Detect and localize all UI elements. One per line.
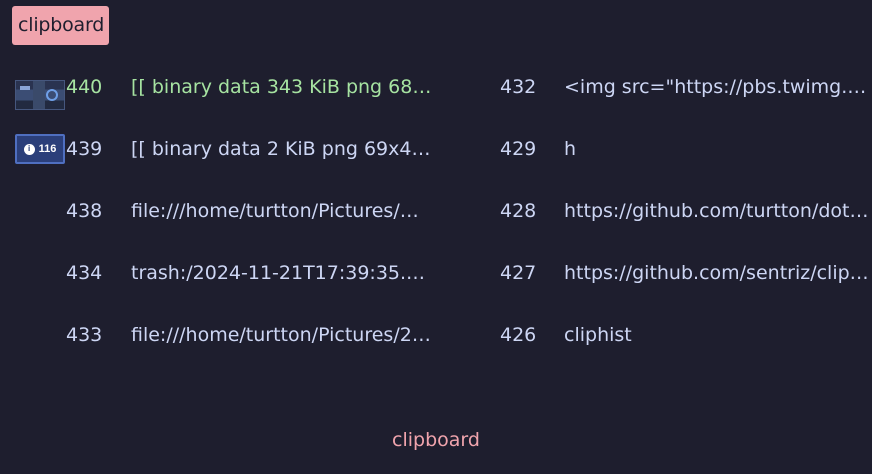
image-thumbnail-icon: i 116 xyxy=(15,134,65,164)
entry-text: cliphist xyxy=(564,324,632,346)
entry-text: trash:/2024-11-21T17:39:35.png xyxy=(131,262,433,284)
clipboard-entry[interactable]: 428 https://github.com/turtton/dotnix… xyxy=(470,180,872,242)
entry-text: h xyxy=(564,138,577,160)
clipboard-entry[interactable]: 434 trash:/2024-11-21T17:39:35.png xyxy=(0,242,460,304)
entry-id: 426 xyxy=(500,324,537,346)
clipboard-entry[interactable]: 427 https://github.com/sentriz/cliphist xyxy=(470,242,872,304)
entry-text: [[ binary data 343 KiB png 680x384 ]] xyxy=(131,76,433,98)
entry-id: 429 xyxy=(500,138,537,160)
entry-text: file:///home/turtton/Pictures/Gc… xyxy=(131,200,433,222)
entry-id: 427 xyxy=(500,262,537,284)
prompt-label: clipboard xyxy=(12,6,109,45)
clipboard-entry[interactable]: 433 file:///home/turtton/Pictures/202… xyxy=(0,304,460,366)
entry-text: <img src="https://pbs.twimg.com/media/…"… xyxy=(564,76,870,98)
entry-text: [[ binary data 2 KiB png 69x42 ]] xyxy=(131,138,433,160)
badge-count: 116 xyxy=(38,142,57,155)
entry-id: 438 xyxy=(66,200,103,222)
entry-id: 433 xyxy=(66,324,103,346)
clipboard-entry[interactable]: 426 cliphist xyxy=(470,304,872,366)
clipboard-entry[interactable]: 438 file:///home/turtton/Pictures/Gc… xyxy=(0,180,460,242)
entry-id: 428 xyxy=(500,200,537,222)
clipboard-entry[interactable]: i 116 439 [[ binary data 2 KiB png 69x42… xyxy=(0,118,460,180)
clipboard-entry[interactable]: 440 [[ binary data 343 KiB png 680x384 ]… xyxy=(0,56,460,118)
clipboard-list-left: 440 [[ binary data 343 KiB png 680x384 ]… xyxy=(0,56,460,366)
footer-label: clipboard xyxy=(392,429,480,451)
info-icon: i xyxy=(23,143,35,155)
entry-text: https://github.com/sentriz/cliphist xyxy=(564,262,870,284)
entry-text: https://github.com/turtton/dotnix… xyxy=(564,200,870,222)
entry-id: 434 xyxy=(66,262,103,284)
clipboard-entry[interactable]: 432 <img src="https://pbs.twimg.com/medi… xyxy=(470,56,872,118)
entry-id: 432 xyxy=(500,76,537,98)
clipboard-list-right: 432 <img src="https://pbs.twimg.com/medi… xyxy=(470,56,872,366)
entry-id: 440 xyxy=(66,76,103,98)
entry-text: file:///home/turtton/Pictures/202… xyxy=(131,324,433,346)
image-thumbnail-icon xyxy=(15,80,65,110)
clipboard-entry[interactable]: 429 h xyxy=(470,118,872,180)
entry-id: 439 xyxy=(66,138,103,160)
